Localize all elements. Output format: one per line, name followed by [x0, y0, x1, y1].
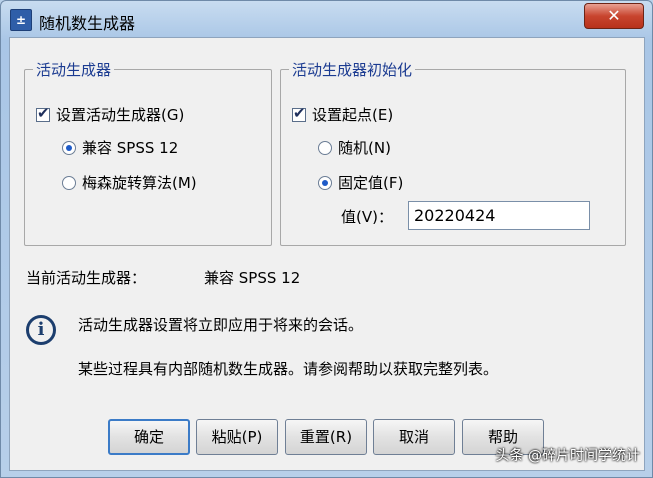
active-generator-legend: 活动生成器 [33, 59, 115, 80]
info-text-line2: 某些过程具有内部随机数生成器。请参阅帮助以获取完整列表。 [78, 360, 499, 378]
value-label: 值(V)： [341, 208, 393, 226]
radio-random[interactable]: 随机(N) [318, 137, 391, 158]
seed-value-input[interactable] [408, 201, 590, 230]
info-icon: i [26, 315, 56, 345]
dialog-window: ± 随机数生成器 ✕ 活动生成器 设置活动生成器(G) 兼容 SPSS 12 梅… [0, 0, 653, 478]
set-active-generator-label: 设置活动生成器(G) [56, 106, 185, 124]
set-start-point-checkbox[interactable]: 设置起点(E) [292, 104, 393, 125]
cancel-button[interactable]: 取消 [373, 419, 455, 455]
radio-unselected-icon[interactable] [318, 140, 332, 155]
dialog-body: 活动生成器 设置活动生成器(G) 兼容 SPSS 12 梅森旋转算法(M) 活动… [9, 37, 645, 471]
radio-selected-icon[interactable] [318, 175, 332, 190]
radio-compatible-spss12-label: 兼容 SPSS 12 [82, 139, 179, 157]
watermark-text: 头条 @碎片时间学统计 [495, 448, 640, 464]
radio-mersenne-twister-label: 梅森旋转算法(M) [82, 174, 197, 192]
set-active-generator-check-icon[interactable] [36, 104, 50, 122]
radio-selected-icon[interactable] [62, 140, 76, 155]
title-bar[interactable]: ± 随机数生成器 ✕ [1, 1, 652, 37]
current-generator-value: 兼容 SPSS 12 [204, 269, 301, 287]
set-active-generator-checkbox[interactable]: 设置活动生成器(G) [36, 104, 184, 125]
paste-button[interactable]: 粘贴(P) [196, 419, 278, 455]
current-generator-label: 当前活动生成器： [26, 269, 147, 287]
radio-fixed-value[interactable]: 固定值(F) [318, 172, 403, 193]
set-start-point-label: 设置起点(E) [312, 106, 394, 124]
radio-fixed-value-label: 固定值(F) [338, 174, 404, 192]
radio-random-label: 随机(N) [338, 139, 391, 157]
generator-init-legend: 活动生成器初始化 [289, 59, 416, 80]
radio-unselected-icon[interactable] [62, 175, 76, 190]
set-start-point-check-icon[interactable] [292, 104, 306, 122]
info-text-line1: 活动生成器设置将立即应用于将来的会话。 [78, 316, 364, 334]
window-title: 随机数生成器 [39, 14, 136, 33]
radio-compatible-spss12[interactable]: 兼容 SPSS 12 [62, 137, 178, 158]
ok-button[interactable]: 确定 [108, 419, 190, 455]
reset-button[interactable]: 重置(R) [285, 419, 367, 455]
radio-mersenne-twister[interactable]: 梅森旋转算法(M) [62, 172, 197, 193]
close-button[interactable]: ✕ [584, 3, 644, 29]
spss-app-icon: ± [10, 9, 32, 31]
